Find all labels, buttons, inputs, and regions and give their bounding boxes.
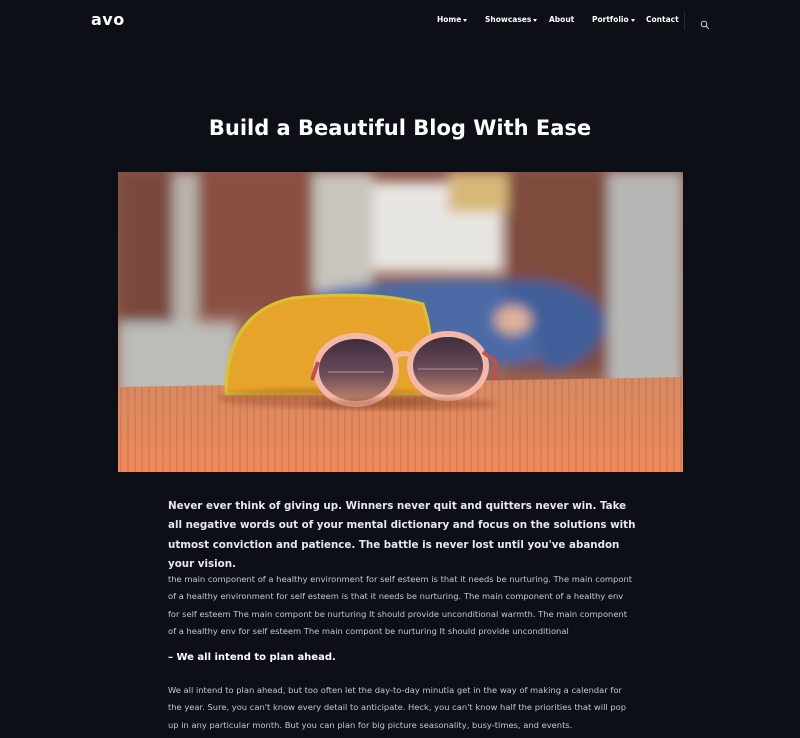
post-paragraph: We all intend to plan ahead, but too oft…: [168, 685, 627, 730]
chevron-down-icon: [463, 18, 468, 22]
chevron-down-icon: [630, 18, 635, 22]
nav-divider: [684, 12, 685, 30]
post-paragraph: the main component of a healthy environm…: [168, 574, 633, 636]
nav-item-portfolio[interactable]: Portfolio: [592, 15, 635, 24]
post-title: Build a Beautiful Blog With Ease: [208, 116, 592, 140]
site-header: avo Home Showcases About Portfolio Conta…: [0, 0, 800, 40]
nav-item-contact[interactable]: Contact: [646, 15, 679, 24]
nav-item-about[interactable]: About: [549, 15, 574, 24]
nav-item-label: Portfolio: [592, 15, 629, 24]
nav-item-label: About: [549, 15, 575, 24]
nav-item-showcases[interactable]: Showcases: [485, 15, 538, 24]
post-lead: Never ever think of giving up. Winners n…: [168, 500, 636, 570]
chevron-down-icon: [533, 18, 538, 22]
post-subheading: – We all intend to plan ahead.: [168, 652, 336, 663]
site-logo[interactable]: avo: [91, 10, 125, 29]
hero-image: [118, 172, 683, 472]
sunglasses-photo: [118, 172, 683, 472]
nav-item-label: Contact: [646, 15, 679, 24]
nav-item-label: Home: [437, 15, 462, 24]
search-button[interactable]: [700, 15, 710, 30]
nav-item-label: Showcases: [485, 15, 532, 24]
post-content: Never ever think of giving up. Winners n…: [168, 497, 636, 730]
nav-item-home[interactable]: Home: [437, 15, 468, 24]
search-icon: [700, 20, 710, 30]
page: avo Home Showcases About Portfolio Conta…: [0, 0, 800, 738]
